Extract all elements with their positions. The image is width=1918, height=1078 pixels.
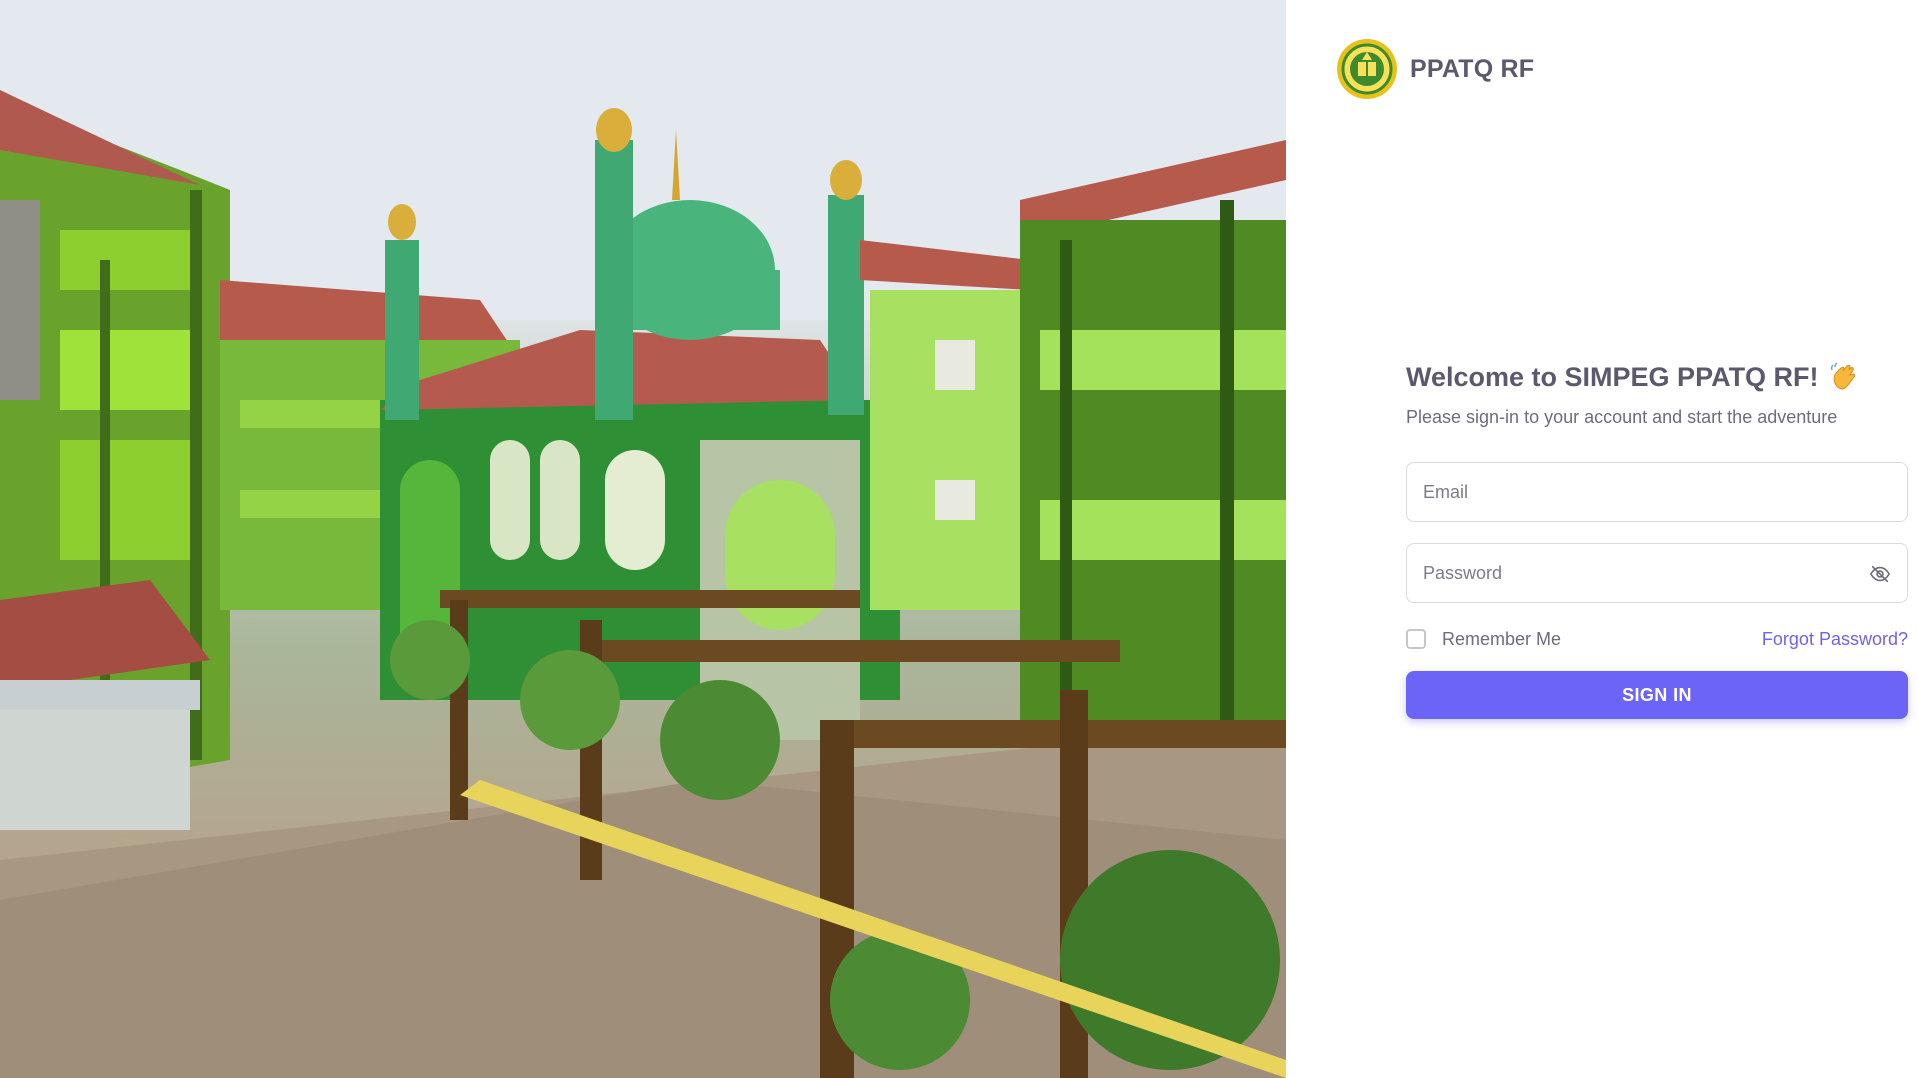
brand-name: PPATQ RF [1410,54,1535,83]
brand-header: PPATQ RF [1336,38,1534,100]
hero-illustration [0,0,1286,1078]
remember-checkbox[interactable] [1406,629,1426,649]
waving-hand-emoji [1830,362,1855,390]
login-subtitle: Please sign-in to your account and start… [1406,407,1838,427]
login-title: Welcome to SIMPEG PPATQ RF! [1406,362,1819,392]
remember-me[interactable]: Remember Me [1406,629,1561,650]
forgot-password-link[interactable]: Forgot Password? [1762,629,1908,650]
ppatq-rf-logo [1337,39,1397,99]
school-mosque-photo [0,0,1286,1078]
email-field-wrapper [1406,462,1908,522]
password-field-wrapper [1406,543,1908,603]
login-title-row: Welcome to SIMPEG PPATQ RF! [1406,360,1908,394]
password-input[interactable] [1407,544,1907,602]
email-input[interactable] [1407,463,1907,521]
sign-in-button[interactable]: SIGN IN [1406,671,1908,719]
auth-panel: PPATQ RF Welcome to SIMPEG PPATQ RF! Ple… [1286,0,1918,1078]
remember-label: Remember Me [1442,628,1562,649]
eye-off-icon[interactable] [1869,563,1891,585]
login-card: Welcome to SIMPEG PPATQ RF! Please sign-… [1406,360,1908,719]
remember-row: Remember Me Forgot Password? [1406,625,1908,653]
login-page: PPATQ RF Welcome to SIMPEG PPATQ RF! Ple… [0,0,1918,1078]
